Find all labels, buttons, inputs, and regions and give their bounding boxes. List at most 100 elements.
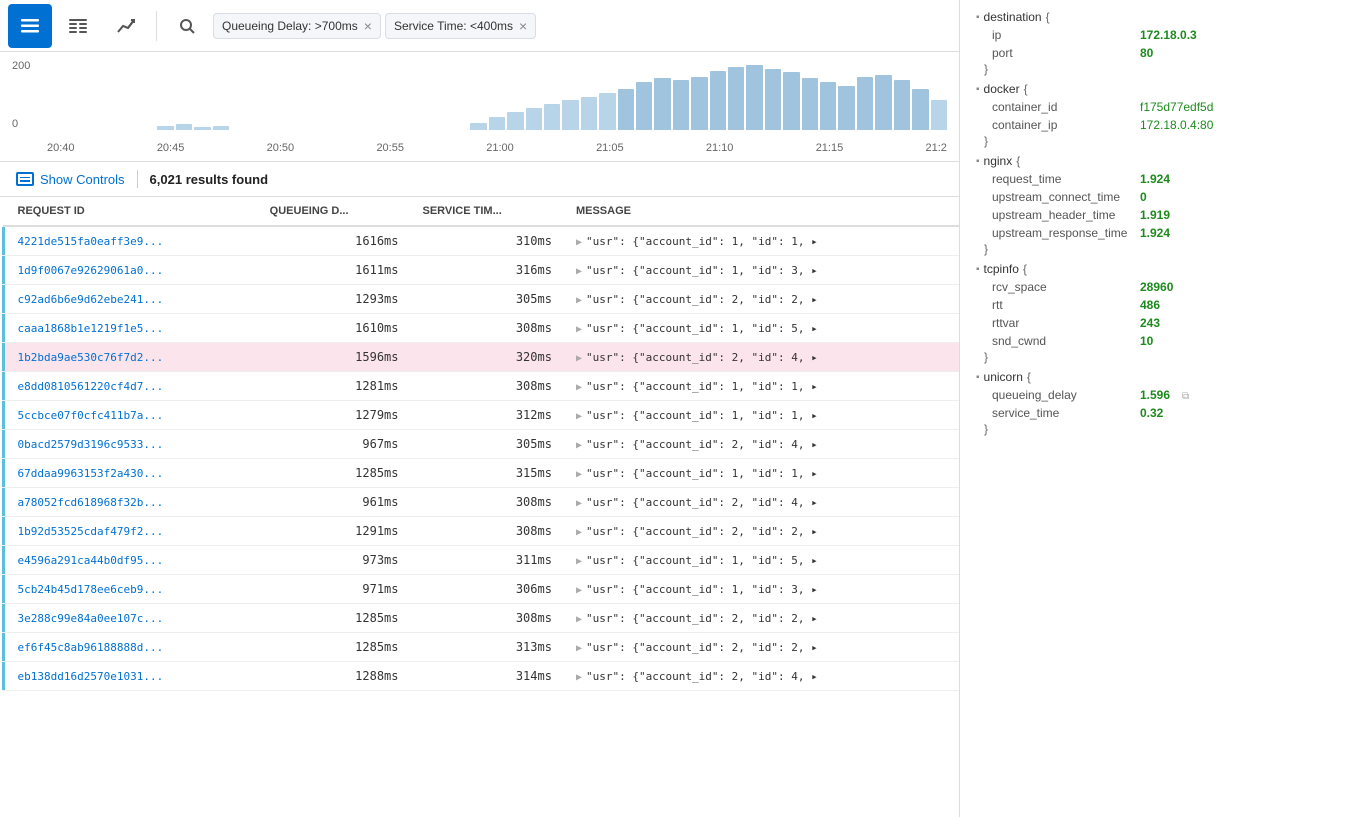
remove-filter2-button[interactable]: × bbox=[519, 18, 527, 34]
cell-message: ▶"usr": {"account_id": 2, "id": 4, ▸ bbox=[564, 343, 959, 372]
search-button[interactable] bbox=[165, 4, 209, 48]
cell-service-time: 315ms bbox=[411, 459, 564, 488]
cell-message: ▶"usr": {"account_id": 1, "id": 1, ▸ bbox=[564, 401, 959, 430]
controls-divider bbox=[137, 170, 138, 188]
json-section-header-destination[interactable]: ▪destination { bbox=[976, 8, 1342, 26]
json-section-header-unicorn[interactable]: ▪unicorn { bbox=[976, 368, 1342, 386]
json-field-request_time: request_time1.924 bbox=[976, 170, 1342, 188]
collapse-icon: ▪ bbox=[976, 264, 980, 275]
cell-queueing-delay: 1285ms bbox=[258, 604, 411, 633]
cell-request-id: eb138dd16d2570e1031... bbox=[6, 662, 258, 691]
table-row[interactable]: ef6f45c8ab96188888d...1285ms313ms▶"usr":… bbox=[2, 633, 960, 662]
json-section-header-docker[interactable]: ▪docker { bbox=[976, 80, 1342, 98]
cell-service-time: 312ms bbox=[411, 401, 564, 430]
collapse-icon: ▪ bbox=[976, 156, 980, 167]
table-row[interactable]: 5cb24b45d178ee6ceb9...971ms306ms▶"usr": … bbox=[2, 575, 960, 604]
json-field-snd_cwnd: snd_cwnd10 bbox=[976, 332, 1342, 350]
cell-queueing-delay: 1596ms bbox=[258, 343, 411, 372]
cell-request-id: 3e288c99e84a0ee107c... bbox=[6, 604, 258, 633]
cell-request-id: e8dd0810561220cf4d7... bbox=[6, 372, 258, 401]
cell-message: ▶"usr": {"account_id": 1, "id": 1, ▸ bbox=[564, 226, 959, 256]
chart-x-labels: 20:4020:4520:5020:5521:0021:0521:1021:15… bbox=[47, 142, 947, 154]
th-queueing-delay[interactable]: QUEUEING D... bbox=[258, 197, 411, 226]
table-row[interactable]: 1d9f0067e92629061a0...1611ms316ms▶"usr":… bbox=[2, 256, 960, 285]
table-row[interactable]: eb138dd16d2570e1031...1288ms314ms▶"usr":… bbox=[2, 662, 960, 691]
table-row[interactable]: e4596a291ca44b0df95...973ms311ms▶"usr": … bbox=[2, 546, 960, 575]
json-section-docker: ▪docker {container_idf175d77edf5dcontain… bbox=[976, 80, 1342, 148]
arrow-icon: ▶ bbox=[576, 382, 582, 393]
cell-message: ▶"usr": {"account_id": 1, "id": 5, ▸ bbox=[564, 314, 959, 343]
cell-message: ▶"usr": {"account_id": 2, "id": 2, ▸ bbox=[564, 604, 959, 633]
json-field-upstream_response_time: upstream_response_time1.924 bbox=[976, 224, 1342, 242]
cell-service-time: 316ms bbox=[411, 256, 564, 285]
arrow-icon: ▶ bbox=[576, 469, 582, 480]
cell-service-time: 311ms bbox=[411, 546, 564, 575]
cell-request-id: a78052fcd618968f32b... bbox=[6, 488, 258, 517]
table-row[interactable]: 0bacd2579d3196c9533...967ms305ms▶"usr": … bbox=[2, 430, 960, 459]
collapse-icon: ▪ bbox=[976, 12, 980, 23]
chart-view-button[interactable] bbox=[104, 4, 148, 48]
arrow-icon: ▶ bbox=[576, 585, 582, 596]
cell-service-time: 320ms bbox=[411, 343, 564, 372]
results-table: REQUEST ID QUEUEING D... SERVICE TIM... … bbox=[0, 197, 959, 691]
table-container: REQUEST ID QUEUEING D... SERVICE TIM... … bbox=[0, 197, 959, 817]
cell-queueing-delay: 1291ms bbox=[258, 517, 411, 546]
cell-request-id: e4596a291ca44b0df95... bbox=[6, 546, 258, 575]
json-section-header-nginx[interactable]: ▪nginx { bbox=[976, 152, 1342, 170]
cell-message: ▶"usr": {"account_id": 1, "id": 1, ▸ bbox=[564, 459, 959, 488]
cell-service-time: 305ms bbox=[411, 430, 564, 459]
table-row[interactable]: 67ddaa9963153f2a430...1285ms315ms▶"usr":… bbox=[2, 459, 960, 488]
cell-message: ▶"usr": {"account_id": 2, "id": 2, ▸ bbox=[564, 517, 959, 546]
cell-queueing-delay: 961ms bbox=[258, 488, 411, 517]
arrow-icon: ▶ bbox=[576, 672, 582, 683]
filter-chip-queueing[interactable]: Queueing Delay: >700ms × bbox=[213, 13, 381, 39]
table-view-button[interactable] bbox=[56, 4, 100, 48]
cell-request-id: 1b2bda9ae530c76f7d2... bbox=[6, 343, 258, 372]
cell-request-id: ef6f45c8ab96188888d... bbox=[6, 633, 258, 662]
cell-service-time: 305ms bbox=[411, 285, 564, 314]
arrow-icon: ▶ bbox=[576, 266, 582, 277]
arrow-icon: ▶ bbox=[576, 614, 582, 625]
cell-service-time: 308ms bbox=[411, 488, 564, 517]
table-row[interactable]: 3e288c99e84a0ee107c...1285ms308ms▶"usr":… bbox=[2, 604, 960, 633]
cell-request-id: 5ccbce07f0cfc411b7a... bbox=[6, 401, 258, 430]
arrow-icon: ▶ bbox=[576, 324, 582, 335]
json-field-port: port80 bbox=[976, 44, 1342, 62]
table-row[interactable]: c92ad6b6e9d62ebe241...1293ms305ms▶"usr":… bbox=[2, 285, 960, 314]
table-row[interactable]: 1b2bda9ae530c76f7d2...1596ms320ms▶"usr":… bbox=[2, 343, 960, 372]
cell-queueing-delay: 1610ms bbox=[258, 314, 411, 343]
json-field-rtt: rtt486 bbox=[976, 296, 1342, 314]
copy-icon[interactable]: ⧉ bbox=[1182, 391, 1189, 402]
table-row[interactable]: e8dd0810561220cf4d7...1281ms308ms▶"usr":… bbox=[2, 372, 960, 401]
filter-chip-service[interactable]: Service Time: <400ms × bbox=[385, 13, 536, 39]
cell-request-id: caaa1868b1e1219f1e5... bbox=[6, 314, 258, 343]
json-field-rttvar: rttvar243 bbox=[976, 314, 1342, 332]
th-service-time[interactable]: SERVICE TIM... bbox=[411, 197, 564, 226]
controls-icon bbox=[16, 172, 34, 186]
arrow-icon: ▶ bbox=[576, 440, 582, 451]
cell-message: ▶"usr": {"account_id": 2, "id": 4, ▸ bbox=[564, 430, 959, 459]
th-request-id[interactable]: REQUEST ID bbox=[6, 197, 258, 226]
table-row[interactable]: a78052fcd618968f32b...961ms308ms▶"usr": … bbox=[2, 488, 960, 517]
cell-queueing-delay: 1279ms bbox=[258, 401, 411, 430]
table-row[interactable]: 4221de515fa0eaff3e9...1616ms310ms▶"usr":… bbox=[2, 226, 960, 256]
table-row[interactable]: 5ccbce07f0cfc411b7a...1279ms312ms▶"usr":… bbox=[2, 401, 960, 430]
cell-queueing-delay: 1285ms bbox=[258, 459, 411, 488]
table-row[interactable]: caaa1868b1e1219f1e5...1610ms308ms▶"usr":… bbox=[2, 314, 960, 343]
cell-queueing-delay: 1285ms bbox=[258, 633, 411, 662]
remove-filter1-button[interactable]: × bbox=[364, 18, 372, 34]
list-view-button[interactable] bbox=[8, 4, 52, 48]
arrow-icon: ▶ bbox=[576, 411, 582, 422]
table-row[interactable]: 1b92d53525cdaf479f2...1291ms308ms▶"usr":… bbox=[2, 517, 960, 546]
json-section-header-tcpinfo[interactable]: ▪tcpinfo { bbox=[976, 260, 1342, 278]
json-field-service_time: service_time0.32 bbox=[976, 404, 1342, 422]
arrow-icon: ▶ bbox=[576, 643, 582, 654]
collapse-icon: ▪ bbox=[976, 372, 980, 383]
cell-request-id: 4221de515fa0eaff3e9... bbox=[6, 226, 258, 256]
json-field-upstream_connect_time: upstream_connect_time0 bbox=[976, 188, 1342, 206]
show-controls-button[interactable]: Show Controls bbox=[16, 172, 125, 187]
cell-message: ▶"usr": {"account_id": 1, "id": 3, ▸ bbox=[564, 575, 959, 604]
th-message[interactable]: MESSAGE bbox=[564, 197, 959, 226]
controls-bar: Show Controls 6,021 results found bbox=[0, 162, 959, 197]
json-field-container_id: container_idf175d77edf5d bbox=[976, 98, 1342, 116]
